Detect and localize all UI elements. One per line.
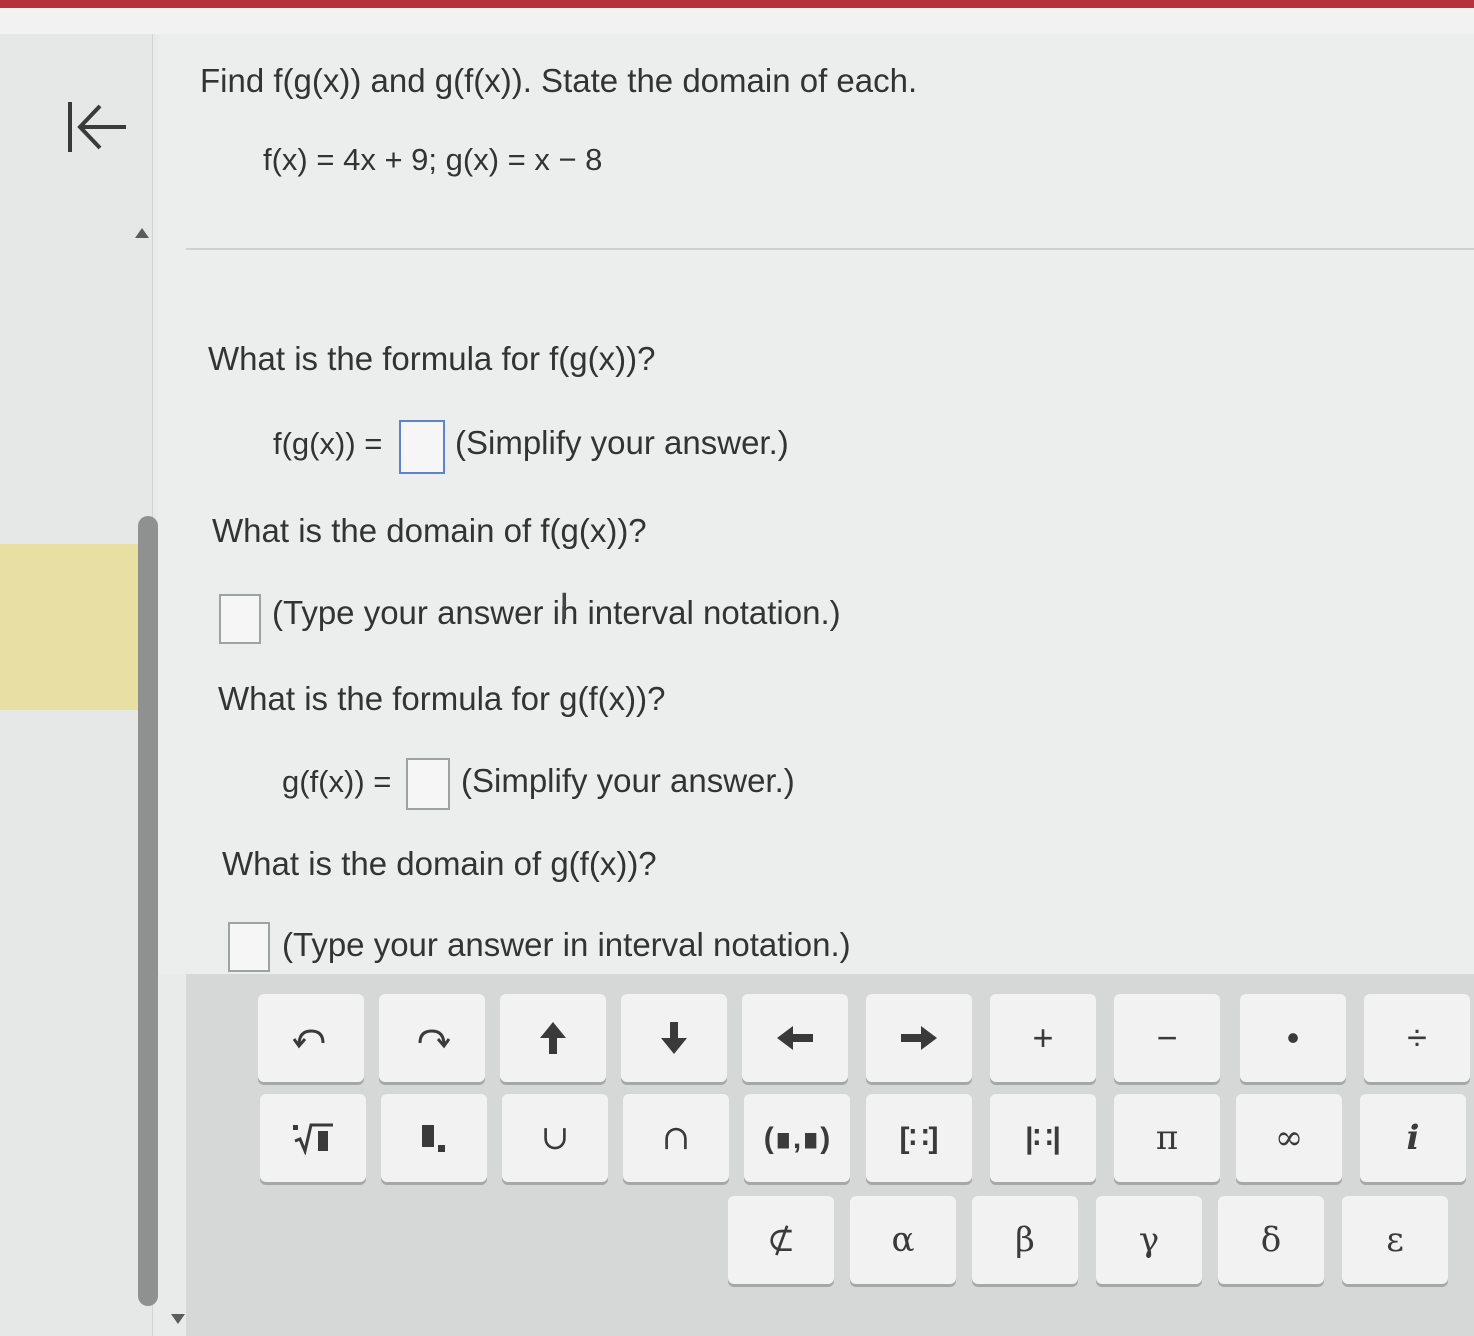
given-functions: f(x) = 4x + 9; g(x) = x − 8 (263, 142, 603, 177)
divider (186, 248, 1474, 250)
dot-symbol: • (1286, 1017, 1300, 1058)
determinant-key[interactable]: |∷| (990, 1094, 1096, 1182)
alpha-key[interactable]: α (850, 1196, 956, 1284)
nth-root-key[interactable] (260, 1094, 366, 1182)
determinant-symbol: |∷| (1025, 1121, 1061, 1155)
scroll-up-icon[interactable] (134, 226, 150, 240)
epsilon-key[interactable]: ε (1342, 1196, 1448, 1284)
open-interval-symbol: (∎,∎) (763, 1121, 831, 1155)
top-bar (0, 0, 1474, 34)
cursor-down-button[interactable] (621, 994, 727, 1082)
gf-domain-input[interactable] (228, 922, 270, 972)
epsilon-symbol: ε (1386, 1220, 1404, 1260)
down-arrow-icon (659, 1020, 689, 1056)
gf-domain-hint: (Type your answer in interval notation.) (282, 926, 851, 963)
scrollbar-thumb[interactable] (138, 516, 158, 1306)
text-cursor-icon: I (559, 586, 570, 628)
union-symbol: ∪ (540, 1118, 570, 1158)
undo-button[interactable] (258, 994, 364, 1082)
divide-key[interactable]: ÷ (1364, 994, 1470, 1082)
subscript-key[interactable] (381, 1094, 487, 1182)
minus-symbol: − (1156, 1017, 1178, 1058)
current-question-highlight (0, 544, 138, 710)
intersection-symbol: ∩ (661, 1118, 691, 1158)
intersection-key[interactable]: ∩ (623, 1094, 729, 1182)
left-arrow-icon (775, 1024, 815, 1052)
q-domain-fg: What is the domain of f(g(x))? (212, 512, 647, 549)
open-interval-key[interactable]: (∎,∎) (744, 1094, 850, 1182)
fg-formula-input[interactable] (399, 420, 445, 474)
collapse-left-icon[interactable] (64, 96, 134, 156)
top-accent-stripe (0, 0, 1474, 8)
scroll-down-icon[interactable] (170, 1312, 186, 1326)
nth-root-icon (291, 1121, 335, 1155)
gf-label: g(f(x)) = (282, 764, 392, 799)
multiply-dot-key[interactable]: • (1240, 994, 1346, 1082)
not-subset-symbol: ⊄ (766, 1220, 796, 1260)
infinity-key[interactable]: ∞ (1236, 1094, 1342, 1182)
pi-key[interactable]: π (1114, 1094, 1220, 1182)
minus-key[interactable]: − (1114, 994, 1220, 1082)
fg-label: f(g(x)) = (273, 426, 383, 461)
plus-symbol: + (1032, 1017, 1054, 1058)
delta-key[interactable]: δ (1218, 1196, 1324, 1284)
infinity-symbol: ∞ (1274, 1118, 1304, 1158)
pi-symbol: π (1155, 1118, 1179, 1158)
question-prompt: Find f(g(x)) and g(f(x)). State the doma… (200, 62, 918, 99)
beta-symbol: β (1015, 1220, 1035, 1260)
imaginary-unit-key[interactable]: i (1360, 1094, 1466, 1182)
q-formula-fg: What is the formula for f(g(x))? (208, 340, 656, 377)
cursor-right-button[interactable] (866, 994, 972, 1082)
up-arrow-icon (538, 1020, 568, 1056)
gamma-symbol: γ (1138, 1220, 1160, 1260)
undo-icon (291, 1023, 331, 1053)
divide-symbol: ÷ (1407, 1017, 1427, 1058)
gf-formula-hint: (Simplify your answer.) (461, 762, 795, 799)
not-subset-key[interactable]: ⊄ (728, 1196, 834, 1284)
fg-domain-input[interactable] (219, 594, 261, 644)
matrix-key[interactable]: [∷] (866, 1094, 972, 1182)
redo-button[interactable] (379, 994, 485, 1082)
redo-icon (412, 1023, 452, 1053)
cursor-up-button[interactable] (500, 994, 606, 1082)
fg-formula-hint: (Simplify your answer.) (455, 424, 789, 461)
matrix-symbol: [∷] (899, 1121, 939, 1155)
gamma-key[interactable]: γ (1096, 1196, 1202, 1284)
q-formula-gf: What is the formula for g(f(x))? (218, 680, 666, 717)
subscript-icon (414, 1121, 454, 1155)
fg-domain-hint: (Type your answer in interval notation.) (272, 594, 841, 631)
plus-key[interactable]: + (990, 994, 1096, 1082)
union-key[interactable]: ∪ (502, 1094, 608, 1182)
q-domain-gf: What is the domain of g(f(x))? (222, 845, 657, 882)
beta-key[interactable]: β (972, 1196, 1078, 1284)
cursor-left-button[interactable] (742, 994, 848, 1082)
right-arrow-icon (899, 1024, 939, 1052)
alpha-symbol: α (891, 1220, 915, 1260)
imaginary-symbol: i (1406, 1118, 1420, 1158)
delta-symbol: δ (1260, 1220, 1282, 1260)
gf-formula-input[interactable] (406, 758, 450, 810)
